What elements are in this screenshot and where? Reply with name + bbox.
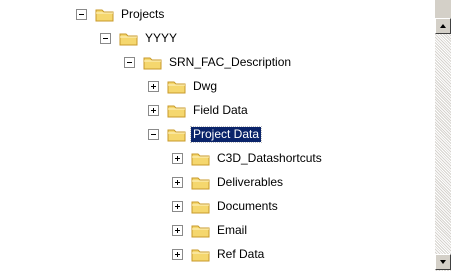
scrollbar-thumb[interactable] [435,0,451,18]
tree-node-ref-data[interactable]: Ref Data [172,246,266,262]
minus-box-icon[interactable] [76,8,87,20]
folder-icon [191,199,215,214]
tree-node-label[interactable]: YYYY [143,31,179,46]
plus-box-icon[interactable] [172,176,183,188]
folder-icon [167,127,191,142]
tree-node-label[interactable]: C3D_Datashortcuts [215,151,324,166]
tree-node-label[interactable]: SRN_FAC_Description [167,55,293,70]
plus-box-icon[interactable] [172,200,183,212]
tree-node-label[interactable]: Ref Data [215,247,266,262]
minus-box-icon[interactable] [100,32,111,44]
tree-node-label[interactable]: Dwg [191,79,219,94]
folder-icon [119,31,143,46]
folder-icon [95,7,119,22]
plus-box-icon[interactable] [148,104,159,116]
tree-node-srn-fac-description[interactable]: SRN_FAC_Description [124,54,293,70]
minus-box-icon[interactable] [124,56,135,68]
tree-node-yyyy[interactable]: YYYY [100,30,179,46]
plus-box-icon[interactable] [172,224,183,236]
scroll-up-button[interactable] [435,18,451,34]
folder-icon [167,103,191,118]
arrow-down-icon [440,260,446,264]
tree-node-projects[interactable]: Projects [76,6,166,22]
tree-node-label[interactable]: Deliverables [215,175,285,190]
tree-node-label[interactable]: Project Data [189,125,263,143]
folder-tree: Projects YYYY SRN_FAC_Description Dwg Field … [0,0,433,271]
minus-box-icon[interactable] [148,128,159,140]
tree-node-project-data[interactable]: Project Data [148,125,263,143]
tree-node-email[interactable]: Email [172,222,249,238]
plus-box-icon[interactable] [172,152,183,164]
plus-box-icon[interactable] [148,80,159,92]
folder-icon [191,175,215,190]
plus-box-icon[interactable] [172,248,183,260]
scroll-down-button[interactable] [435,254,451,270]
folder-icon [191,151,215,166]
tree-node-label[interactable]: Email [215,223,249,238]
tree-node-c3d-datashortcuts[interactable]: C3D_Datashortcuts [172,150,324,166]
folder-icon [167,79,191,94]
tree-node-label[interactable]: Projects [119,7,166,22]
tree-node-deliverables[interactable]: Deliverables [172,174,285,190]
tree-node-documents[interactable]: Documents [172,198,280,214]
arrow-up-icon [440,24,446,28]
tree-node-field-data[interactable]: Field Data [148,102,250,118]
folder-icon [143,55,167,70]
tree-node-label[interactable]: Documents [215,199,280,214]
folder-icon [191,247,215,262]
tree-node-label[interactable]: Field Data [191,103,250,118]
vertical-scrollbar[interactable] [435,0,451,271]
folder-icon [191,223,215,238]
tree-node-dwg[interactable]: Dwg [148,78,219,94]
